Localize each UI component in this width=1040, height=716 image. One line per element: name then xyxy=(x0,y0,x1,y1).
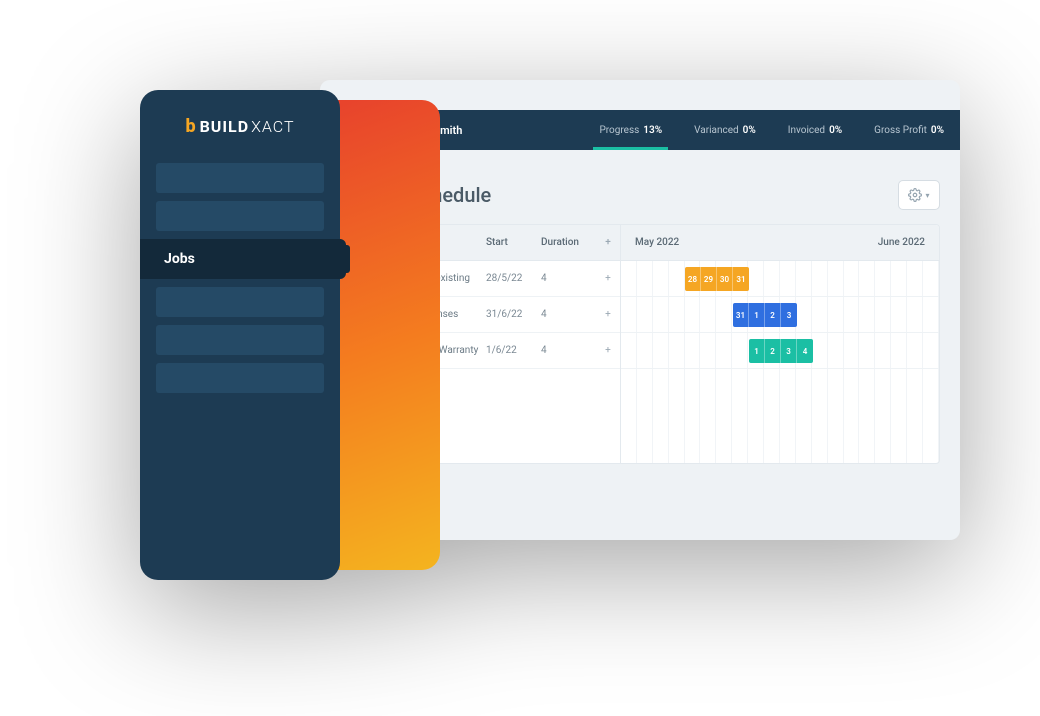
metric-gross-profit[interactable]: Gross Profit 0% xyxy=(858,110,960,150)
gantt-grid: 28293031311231234 xyxy=(621,261,939,463)
gantt-bar[interactable]: 1234 xyxy=(749,339,813,363)
gantt-day-cell: 30 xyxy=(717,267,733,291)
gantt-day-cell: 3 xyxy=(781,303,797,327)
logo-thin: XACT xyxy=(251,117,294,136)
task-add[interactable]: + xyxy=(596,309,620,320)
nav-list: Jobs xyxy=(140,163,340,393)
metric-value: 0% xyxy=(829,125,842,136)
title-row: Job Schedule ▾ xyxy=(360,180,940,224)
nav-item-placeholder[interactable] xyxy=(156,163,324,193)
task-duration: 4 xyxy=(541,309,596,320)
gantt-day-cell: 1 xyxy=(749,303,765,327)
task-duration: 4 xyxy=(541,273,596,284)
gantt-day-cell: 4 xyxy=(797,339,813,363)
gantt-bar[interactable]: 31123 xyxy=(733,303,797,327)
nav-item-placeholder[interactable] xyxy=(156,363,324,393)
gantt-day-cell: 28 xyxy=(685,267,701,291)
content-area: Job Schedule ▾ Task Name Start Duration … xyxy=(360,180,940,520)
task-start: 31/6/22 xyxy=(486,309,541,320)
task-add[interactable]: + xyxy=(596,345,620,356)
brand-logo: b BUILDXACT xyxy=(140,116,340,137)
metric-label: Varianced xyxy=(694,125,739,136)
nav-item-placeholder[interactable] xyxy=(156,287,324,317)
col-add[interactable]: + xyxy=(596,237,620,248)
nav-item-placeholder[interactable] xyxy=(156,201,324,231)
metric-invoiced[interactable]: Invoiced 0% xyxy=(772,110,858,150)
chevron-down-icon: ▾ xyxy=(925,191,929,200)
metric-label: Invoiced xyxy=(788,125,825,136)
gantt-day-cell: 3 xyxy=(781,339,797,363)
metric-value: 0% xyxy=(931,125,944,136)
logo-strong: BUILD xyxy=(200,117,250,136)
nav-item-placeholder[interactable] xyxy=(156,325,324,355)
task-start: 1/6/22 xyxy=(486,345,541,356)
metric-varianced[interactable]: Varianced 0% xyxy=(678,110,772,150)
metric-value: 13% xyxy=(643,125,662,136)
gantt-day-cell: 1 xyxy=(749,339,765,363)
gear-icon xyxy=(908,188,922,202)
logo-mark: b xyxy=(185,116,196,137)
task-add[interactable]: + xyxy=(596,273,620,284)
gantt-month-left: May 2022 xyxy=(635,237,679,248)
gantt-bar[interactable]: 28293031 xyxy=(685,267,749,291)
gantt-day-cell: 2 xyxy=(765,339,781,363)
gantt-day-cell: 31 xyxy=(733,303,749,327)
gantt-day-cell: 2 xyxy=(765,303,781,327)
schedule-card: Task Name Start Duration + Demolition of… xyxy=(360,224,940,464)
nav-item-label: Jobs xyxy=(164,251,195,267)
gantt-day-cell: 29 xyxy=(701,267,717,291)
gantt-day-cell: 31 xyxy=(733,267,749,291)
col-duration: Duration xyxy=(541,237,596,248)
task-duration: 4 xyxy=(541,345,596,356)
col-start: Start xyxy=(486,237,541,248)
metric-progress[interactable]: Progress 13% xyxy=(583,110,678,150)
metric-value: 0% xyxy=(743,125,756,136)
gantt-month-right: June 2022 xyxy=(878,237,925,248)
nav-item-jobs[interactable]: Jobs xyxy=(140,239,346,279)
gantt-header: May 2022 June 2022 xyxy=(621,225,939,261)
app-stage: John Smith Progress 13% Varianced 0% Inv… xyxy=(120,80,960,560)
task-start: 28/5/22 xyxy=(486,273,541,284)
metric-label: Gross Profit xyxy=(874,125,927,136)
settings-button[interactable]: ▾ xyxy=(898,180,940,210)
gantt-chart[interactable]: May 2022 June 2022 xyxy=(621,225,939,463)
metric-label: Progress xyxy=(599,125,639,136)
sidebar: b BUILDXACT Jobs xyxy=(140,90,340,580)
metrics-bar: John Smith Progress 13% Varianced 0% Inv… xyxy=(360,110,960,150)
